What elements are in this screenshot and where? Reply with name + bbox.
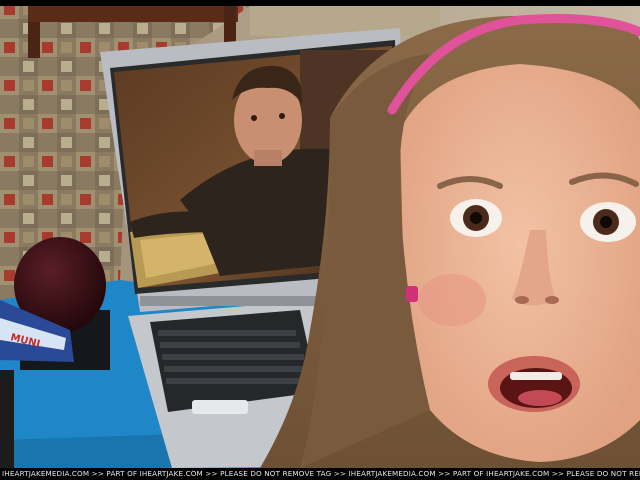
video-frame: MUNI IHEARTJAKEMEDIA.COM >> PART OF IHEA… [0, 0, 640, 480]
watermark-text: IHEARTJAKEMEDIA.COM >> PART OF IHEARTJAK… [0, 468, 640, 480]
letterbox-top [0, 0, 640, 6]
scene-illustration: MUNI [0, 0, 640, 468]
